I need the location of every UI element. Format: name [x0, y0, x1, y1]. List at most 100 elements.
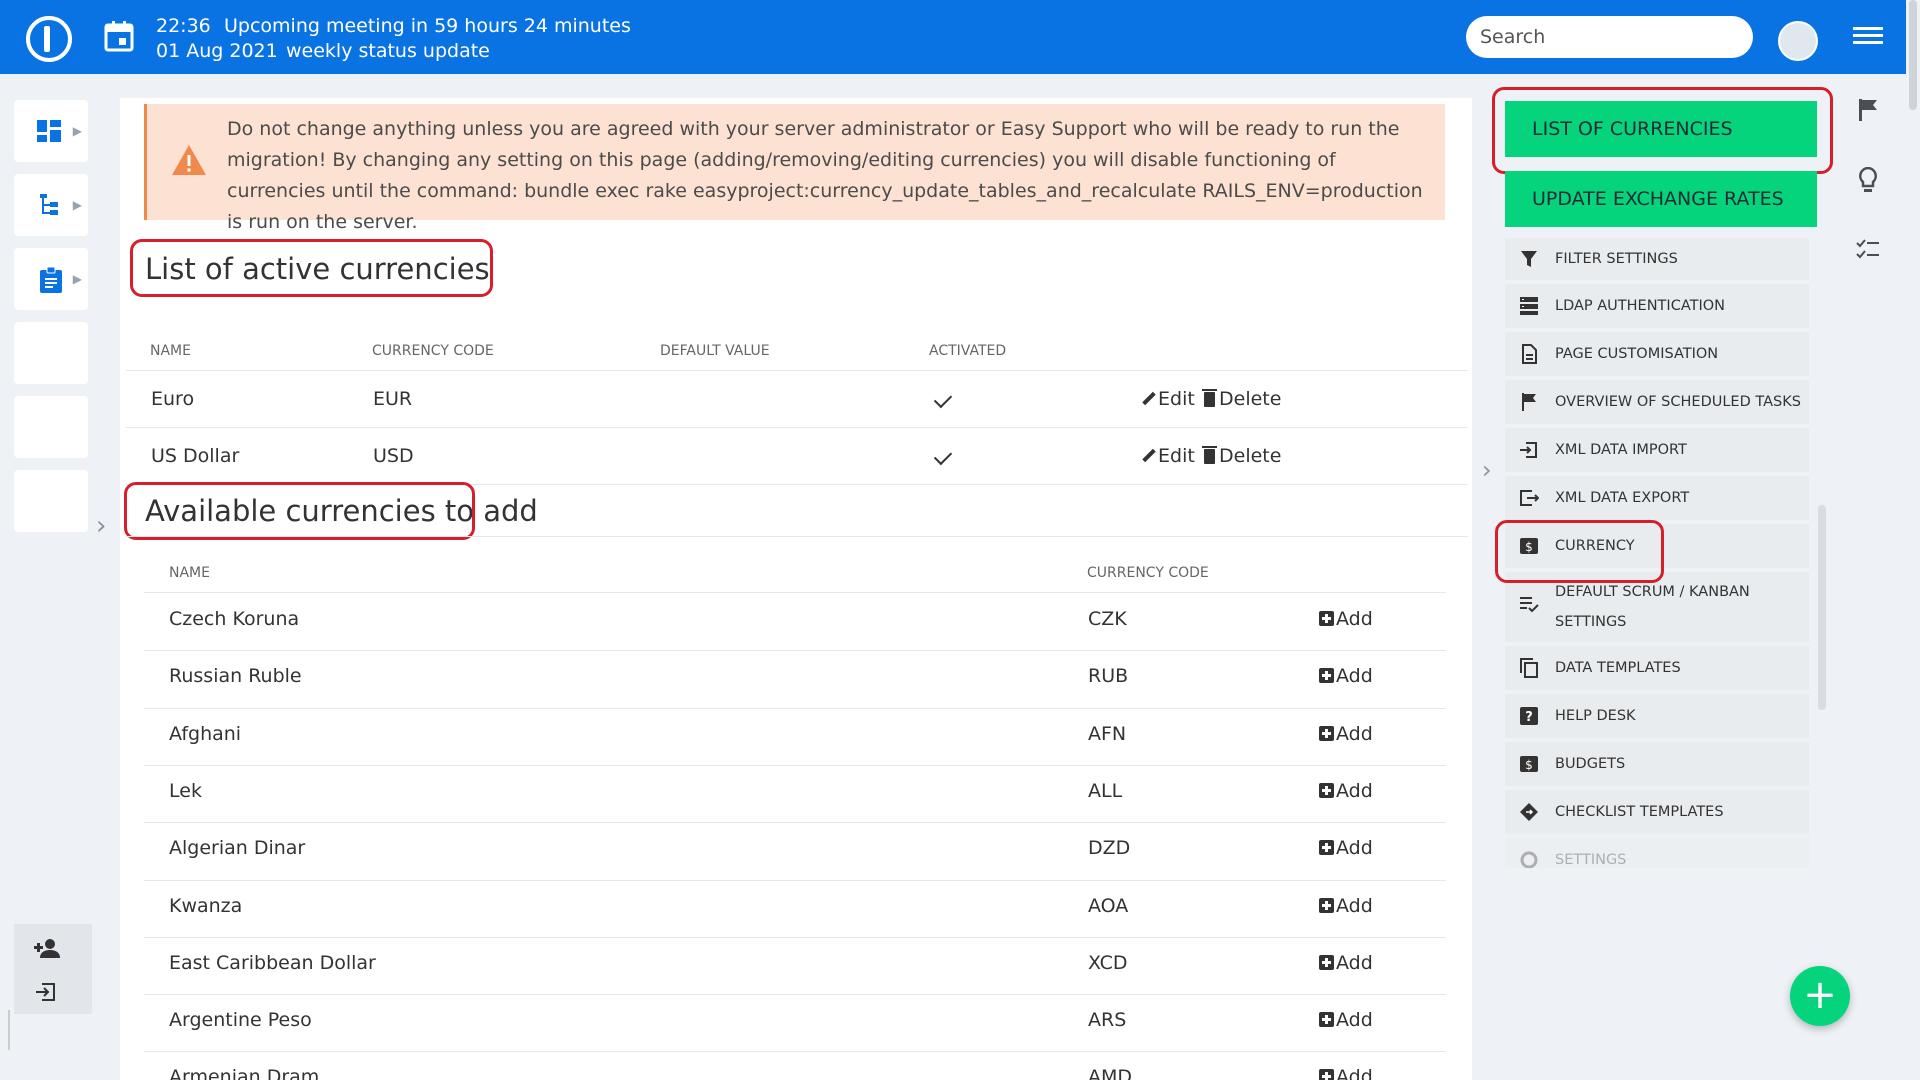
menu-item-overview-of-scheduled-tasks[interactable]: OVERVIEW OF SCHEDULED TASKS — [1505, 380, 1809, 424]
add-label: Add — [1336, 608, 1373, 630]
tree-icon — [40, 194, 58, 215]
clipboard-icon — [40, 267, 62, 293]
edit-label: Edit — [1158, 388, 1195, 410]
menu-item-ldap-authentication[interactable]: LDAP AUTHENTICATION — [1505, 284, 1809, 328]
delete-button[interactable]: Delete — [1202, 388, 1282, 410]
pencil-icon — [1142, 392, 1156, 406]
meeting-countdown: Upcoming meeting in 59 hours 24 minutes — [224, 15, 631, 37]
menu-item-label: PAGE CUSTOMISATION — [1555, 346, 1719, 362]
collapse-panel-icon[interactable]: › — [1482, 456, 1492, 484]
currency-name: Euro — [151, 388, 195, 410]
menu-item-budgets[interactable]: $ BUDGETS — [1505, 742, 1809, 786]
menu-item-label: DEFAULT SCRUM / KANBAN SETTINGS — [1555, 584, 1750, 630]
export-icon — [1520, 490, 1539, 506]
add-button[interactable]: Add — [1319, 837, 1373, 859]
menu-item-label: LDAP AUTHENTICATION — [1555, 298, 1726, 314]
plus-square-icon — [1319, 897, 1334, 913]
menu-item-filter-settings[interactable]: FILTER SETTINGS — [1505, 238, 1809, 280]
menu-item-label: CHECKLIST TEMPLATES — [1555, 804, 1724, 820]
checkmark-icon — [933, 389, 953, 409]
add-button[interactable]: Add — [1319, 608, 1373, 630]
page-scrollbar[interactable] — [1906, 0, 1920, 1080]
rail-button-empty[interactable] — [14, 322, 88, 384]
rail-bottom-panel — [14, 924, 92, 1014]
add-button[interactable]: Add — [1319, 780, 1373, 802]
currency-name: Argentine Peso — [169, 1009, 312, 1032]
delete-button[interactable]: Delete — [1202, 445, 1281, 467]
menu-item-xml-data-export[interactable]: XML DATA EXPORT — [1505, 476, 1809, 520]
app-logo-icon[interactable] — [26, 16, 72, 62]
currency-name: Algerian Dinar — [169, 837, 306, 860]
plus-square-icon — [1319, 954, 1334, 970]
meeting-title: weekly status update — [286, 40, 490, 62]
divider — [8, 1010, 10, 1050]
projects-button[interactable]: ▶ — [14, 174, 88, 236]
update-exchange-rates-button[interactable]: UPDATE EXCHANGE RATES — [1505, 171, 1817, 227]
currency-code: USD — [373, 445, 414, 467]
currency-code: EUR — [373, 388, 413, 410]
currency-name: Armenian Dram — [169, 1066, 320, 1080]
calendar-icon[interactable] — [104, 20, 134, 52]
checklist-icon[interactable] — [1856, 238, 1880, 262]
rail-button-empty[interactable] — [14, 396, 88, 458]
trash-icon — [1202, 389, 1217, 407]
add-user-icon[interactable] — [34, 938, 60, 958]
plus-square-icon — [1319, 1012, 1334, 1028]
menu-item-settings[interactable]: SETTINGS — [1505, 838, 1809, 868]
list-check-icon — [1520, 597, 1539, 613]
menu-item-label: BUDGETS — [1555, 756, 1626, 772]
edit-button[interactable]: Edit — [1142, 445, 1195, 467]
add-button[interactable]: Add — [1319, 665, 1373, 687]
add-label: Add — [1336, 665, 1373, 688]
search-input[interactable] — [1466, 16, 1753, 58]
hamburger-menu-icon[interactable] — [1853, 27, 1883, 49]
svg-text:?: ? — [1525, 710, 1533, 725]
table-divider — [144, 822, 1446, 824]
pencil-icon — [1142, 449, 1156, 463]
flag-icon[interactable] — [1856, 98, 1880, 122]
add-button[interactable]: Add — [1319, 895, 1373, 917]
highlight-box — [124, 482, 475, 540]
menu-item-checklist-templates[interactable]: CHECKLIST TEMPLATES — [1505, 790, 1809, 834]
menu-item-page-customisation[interactable]: PAGE CUSTOMISATION — [1505, 332, 1809, 376]
dashboard-button[interactable]: ▶ — [14, 100, 88, 162]
currency-name: Czech Koruna — [169, 608, 300, 630]
menu-item-label: SETTINGS — [1555, 852, 1627, 868]
page-icon — [1522, 344, 1537, 364]
lightbulb-icon[interactable] — [1856, 167, 1880, 195]
currency-code: AFN — [1088, 722, 1127, 745]
upcoming-meeting[interactable]: 22:36 Upcoming meeting in 59 hours 24 min… — [156, 14, 631, 64]
add-label: Add — [1336, 837, 1373, 860]
add-button[interactable]: Add — [1319, 1066, 1373, 1080]
expand-sidebar-icon[interactable]: › — [96, 511, 106, 541]
delete-label: Delete — [1219, 388, 1282, 410]
avatar[interactable] — [1778, 21, 1818, 61]
currency-code: ALL — [1088, 779, 1123, 802]
highlight-box — [1495, 520, 1664, 583]
menu-item-label: DATA TEMPLATES — [1555, 660, 1681, 676]
plus-square-icon — [1319, 782, 1334, 798]
currency-code: ARS — [1088, 1009, 1127, 1032]
add-button[interactable]: Add — [1319, 1009, 1373, 1031]
gear-icon — [1520, 851, 1538, 868]
menu-item-xml-data-import[interactable]: XML DATA IMPORT — [1505, 428, 1809, 472]
add-button[interactable]: Add — [1319, 723, 1373, 745]
plus-square-icon — [1319, 725, 1334, 741]
add-button[interactable]: Add — [1319, 952, 1373, 974]
add-fab-button[interactable]: + — [1790, 966, 1850, 1026]
menu-scrollbar[interactable] — [1818, 505, 1826, 710]
diamond-icon — [1520, 803, 1538, 821]
sign-in-icon[interactable] — [36, 982, 56, 1002]
menu-item-help-desk[interactable]: ? HELP DESK — [1505, 694, 1809, 738]
tasks-button[interactable]: ▶ — [14, 248, 88, 310]
dashboard-icon — [37, 120, 61, 142]
menu-item-label: XML DATA IMPORT — [1555, 442, 1687, 458]
table-divider — [144, 936, 1446, 938]
rail-button-empty[interactable] — [14, 470, 88, 532]
currency-name: Kwanza — [169, 894, 243, 917]
import-icon — [1520, 442, 1537, 458]
plus-icon: + — [1803, 972, 1837, 1018]
edit-button[interactable]: Edit — [1142, 388, 1195, 410]
menu-item-label: OVERVIEW OF SCHEDULED TASKS — [1555, 394, 1801, 410]
menu-item-data-templates[interactable]: DATA TEMPLATES — [1505, 646, 1809, 690]
